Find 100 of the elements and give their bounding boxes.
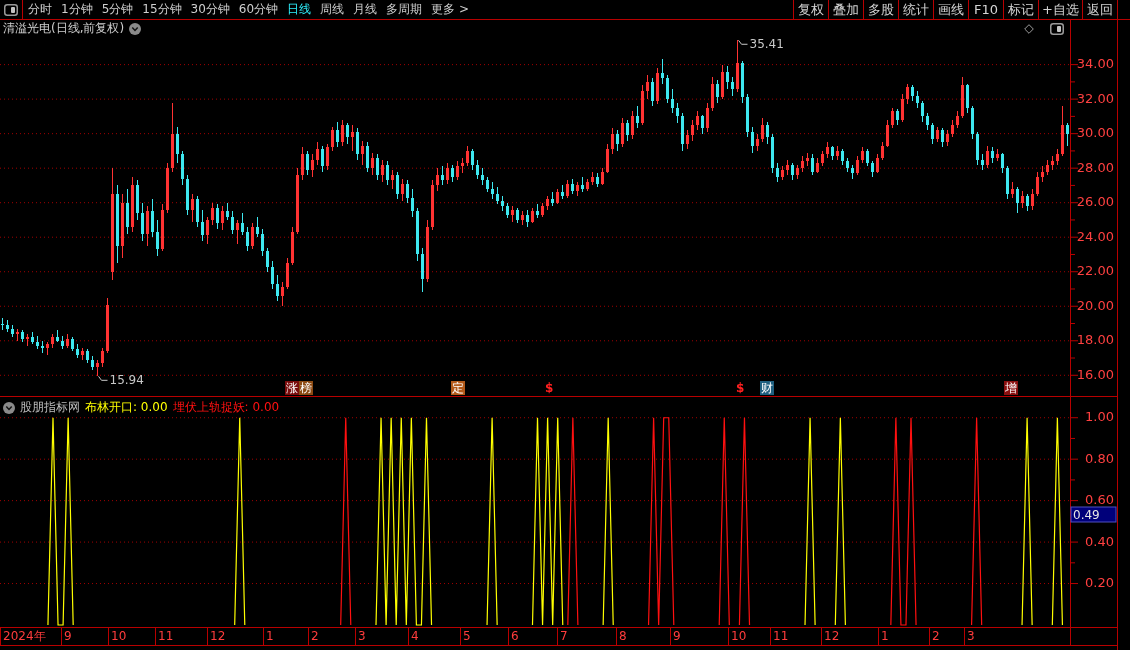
candle — [121, 193, 124, 259]
candle — [681, 112, 684, 152]
date-label: 4 — [408, 628, 460, 645]
candle — [731, 76, 734, 97]
axis-label: 32.00 — [1076, 90, 1114, 106]
candle — [466, 145, 469, 167]
candle — [941, 127, 944, 148]
candle — [186, 174, 189, 216]
candle — [226, 202, 229, 221]
toolbar-button[interactable]: +自选 — [1038, 0, 1082, 19]
axis-label: 0.20 — [1085, 575, 1114, 591]
candle — [421, 247, 424, 293]
indicator-legend: 埋伏上轨捉妖: 0.00 — [172, 399, 280, 416]
candle — [721, 64, 724, 100]
candle — [376, 153, 379, 181]
candle — [581, 176, 584, 193]
candle — [446, 162, 449, 185]
period-tab[interactable]: 60分钟 — [238, 1, 279, 18]
candle — [171, 102, 174, 173]
annotation: 35.41 — [749, 36, 784, 51]
candle — [236, 219, 239, 245]
chevron-down-icon[interactable] — [3, 401, 15, 414]
axis-label: 18.00 — [1076, 332, 1114, 348]
candle — [471, 148, 474, 171]
candle — [986, 145, 989, 169]
period-tab[interactable]: 多周期 — [386, 1, 423, 18]
toolbar-button[interactable]: 叠加 — [828, 0, 864, 19]
candle — [691, 119, 694, 142]
date-label: 7 — [557, 628, 616, 645]
candle — [131, 176, 134, 233]
event-marker[interactable]: 定 — [451, 381, 465, 395]
candle — [416, 207, 419, 262]
candle — [486, 176, 489, 193]
candle — [311, 153, 314, 178]
event-marker[interactable]: $ — [735, 381, 746, 395]
candle — [206, 216, 209, 245]
diamond-icon[interactable] — [1024, 23, 1034, 34]
event-marker[interactable]: 增 — [1004, 381, 1018, 395]
candle — [766, 121, 769, 145]
period-tab[interactable]: 分时 — [28, 1, 52, 18]
period-tab[interactable]: 15分钟 — [142, 1, 182, 18]
candle — [1011, 181, 1014, 198]
period-tab[interactable]: 日线 — [287, 1, 312, 18]
candle — [821, 150, 824, 167]
candle — [46, 342, 49, 356]
candle — [611, 127, 614, 155]
candle — [126, 188, 129, 235]
toolbar-button[interactable]: 返回 — [1082, 0, 1117, 19]
event-marker[interactable]: 涨 — [285, 381, 299, 395]
candle — [411, 188, 414, 217]
candle — [1, 317, 4, 331]
candle — [521, 210, 524, 226]
candle — [156, 219, 159, 257]
candle — [431, 179, 434, 231]
candle — [736, 39, 739, 93]
period-tab[interactable]: 30分钟 — [190, 1, 230, 18]
toolbar-button[interactable]: 复权 — [793, 0, 829, 19]
event-marker[interactable]: 财 — [760, 381, 774, 395]
axis-label: 24.00 — [1076, 228, 1114, 244]
candle — [806, 152, 809, 167]
date-label: 2 — [929, 628, 964, 645]
candle — [771, 133, 774, 174]
toolbar-button[interactable]: 统计 — [898, 0, 934, 19]
candle — [451, 164, 454, 183]
candle — [666, 74, 669, 104]
candle — [26, 333, 29, 347]
candle — [151, 198, 154, 238]
period-tab[interactable]: 更多 > — [431, 1, 469, 18]
toolbar-button[interactable]: 画线 — [933, 0, 969, 19]
toolbar-button[interactable]: 标记 — [1003, 0, 1039, 19]
period-tab[interactable]: 5分钟 — [101, 1, 134, 18]
candle — [886, 119, 889, 148]
date-label: 8 — [616, 628, 670, 645]
candle — [436, 167, 439, 192]
candle — [16, 328, 19, 342]
candle — [266, 247, 269, 273]
toolbar-button[interactable]: 多股 — [863, 0, 899, 19]
candle — [641, 84, 644, 126]
candle — [336, 121, 339, 148]
candle — [81, 347, 84, 361]
candle — [631, 110, 634, 140]
candle — [301, 146, 304, 181]
candle — [296, 167, 299, 235]
chevron-down-icon[interactable] — [129, 22, 142, 35]
panel-icon[interactable] — [1050, 22, 1064, 35]
candle — [456, 160, 459, 181]
candle — [1026, 193, 1029, 212]
candle — [1061, 105, 1064, 157]
event-marker[interactable]: 榜 — [299, 381, 313, 395]
candle — [11, 324, 14, 338]
period-tab[interactable]: 周线 — [320, 1, 345, 18]
candle — [1066, 122, 1069, 147]
event-marker[interactable]: $ — [544, 381, 555, 395]
date-label: 11 — [155, 628, 207, 645]
toolbar-button[interactable]: F10 — [968, 0, 1004, 19]
period-tab[interactable]: 1分钟 — [61, 1, 93, 18]
candle — [476, 159, 479, 180]
candle — [491, 181, 494, 200]
period-tab[interactable]: 月线 — [353, 1, 378, 18]
candle — [141, 202, 144, 242]
